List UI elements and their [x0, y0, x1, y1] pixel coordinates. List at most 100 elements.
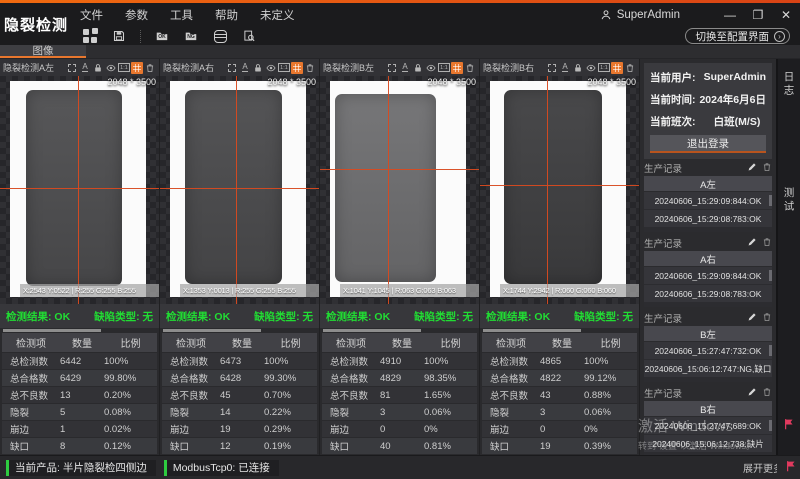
record-entry[interactable]: 20240606_15:29:09:844:OK — [644, 192, 772, 209]
header-ratio: 比例 — [104, 335, 157, 350]
stat-count: 19 — [540, 441, 584, 452]
defect-value: 无 — [463, 311, 474, 323]
trash-icon[interactable] — [464, 62, 476, 74]
record-header: 生产记录 — [644, 236, 772, 250]
horizontal-scrollbar[interactable] — [480, 328, 639, 333]
header-ratio: 比例 — [584, 335, 637, 350]
record-entry[interactable]: 20240606_15:06:12:738:缺片 — [644, 435, 772, 452]
roi-select-icon[interactable] — [546, 62, 558, 74]
stat-count: 81 — [380, 390, 424, 401]
record-list: 20240606_15:29:09:844:OK20240606_15:29:0… — [644, 192, 772, 232]
stat-name: 崩边 — [482, 422, 540, 436]
tab-test[interactable]: 测试 — [782, 187, 797, 214]
stat-row: 隐裂140.22% — [162, 404, 317, 420]
trash-icon[interactable] — [762, 387, 772, 400]
record-entry[interactable]: 20240606_15:06:12:747:NG,缺口 — [644, 360, 772, 377]
stat-count: 12 — [220, 441, 264, 452]
annotation-icon[interactable] — [79, 62, 91, 74]
image-viewport[interactable]: 2048 * 3500 X:2543 Y:0522 | R:255 G:255 … — [0, 76, 159, 304]
folder-ng-icon[interactable]: NG — [183, 29, 199, 44]
trash-icon[interactable] — [762, 162, 772, 175]
record-entry[interactable]: 20240606_15:27:47:732:OK — [644, 342, 772, 359]
expand-more[interactable]: 展开更多 — [743, 460, 777, 475]
record-entry[interactable]: 20240606_15:27:47:689:OK — [644, 417, 772, 434]
record-entry[interactable]: 20240606_15:29:08:783:OK — [644, 210, 772, 227]
menu-params[interactable]: 参数 — [125, 7, 148, 23]
annotation-icon[interactable] — [239, 62, 251, 74]
current-user-row: 当前用户: SuperAdmin — [650, 66, 766, 88]
stat-name: 总合格数 — [2, 371, 60, 385]
annotation-icon[interactable] — [399, 62, 411, 74]
result-row: 检测结果: OK 缺陷类型: 无 — [480, 304, 639, 328]
stat-row: 总不良数430.88% — [482, 387, 637, 403]
eye-icon[interactable] — [425, 62, 437, 74]
one-to-one-zoom-icon[interactable] — [118, 62, 130, 74]
trash-icon[interactable] — [144, 62, 156, 74]
record-list: 20240606_15:27:47:732:OK20240606_15:06:1… — [644, 342, 772, 382]
trash-icon[interactable] — [304, 62, 316, 74]
current-user[interactable]: SuperAdmin — [600, 9, 680, 21]
grid-view-icon[interactable] — [451, 62, 463, 74]
one-to-one-zoom-icon[interactable] — [598, 62, 610, 74]
pencil-icon[interactable] — [747, 312, 757, 325]
tab-image[interactable]: 图像 — [0, 45, 86, 58]
switch-to-config-button[interactable]: 切换至配置界面 › — [685, 28, 791, 44]
pencil-icon[interactable] — [747, 162, 757, 175]
stat-name: 崩边 — [162, 422, 220, 436]
lock-icon[interactable] — [252, 62, 264, 74]
logout-button[interactable]: 退出登录 — [650, 135, 766, 153]
folder-ok-icon[interactable]: OK — [154, 29, 170, 44]
image-viewport[interactable]: 2048 * 3500 X:1744 Y:2942 | R:060 G:060 … — [480, 76, 639, 304]
image-viewport[interactable]: 2048 * 3500 X:1353 Y:0013 | R:255 G:255 … — [160, 76, 319, 304]
stack-icon[interactable] — [212, 29, 228, 44]
pencil-icon[interactable] — [747, 237, 757, 250]
flag-icon[interactable] — [783, 417, 795, 435]
roi-select-icon[interactable] — [386, 62, 398, 74]
menu-tools[interactable]: 工具 — [170, 7, 193, 23]
menu-undefined[interactable]: 未定义 — [260, 7, 295, 23]
annotation-icon[interactable] — [559, 62, 571, 74]
one-to-one-zoom-icon[interactable] — [278, 62, 290, 74]
maximize-button[interactable]: ❐ — [744, 3, 772, 27]
eye-icon[interactable] — [585, 62, 597, 74]
roi-select-icon[interactable] — [226, 62, 238, 74]
minimize-button[interactable]: — — [716, 3, 744, 27]
flag-icon[interactable] — [785, 459, 797, 477]
one-to-one-zoom-icon[interactable] — [438, 62, 450, 74]
stat-name: 隐裂 — [162, 405, 220, 419]
trash-icon[interactable] — [762, 312, 772, 325]
grid-view-icon[interactable] — [611, 62, 623, 74]
lock-icon[interactable] — [572, 62, 584, 74]
tab-log[interactable]: 日志 — [782, 71, 797, 98]
lock-icon[interactable] — [92, 62, 104, 74]
record-header: 生产记录 — [644, 311, 772, 325]
result-value: OK — [214, 311, 230, 323]
close-button[interactable]: ✕ — [772, 3, 800, 27]
grid-view-icon[interactable] — [131, 62, 143, 74]
current-product-status: 当前产品: 半片隐裂检四侧边 — [6, 460, 156, 476]
eye-icon[interactable] — [265, 62, 277, 74]
panel-header: 隐裂检测B左 — [320, 59, 479, 76]
crosshair-horizontal — [320, 169, 479, 170]
horizontal-scrollbar[interactable] — [320, 328, 479, 333]
save-icon[interactable] — [111, 29, 127, 44]
layout-grid-icon[interactable] — [82, 29, 98, 44]
trash-icon[interactable] — [624, 62, 636, 74]
trash-icon[interactable] — [762, 237, 772, 250]
stat-ratio: 0.08% — [104, 407, 157, 418]
pencil-icon[interactable] — [747, 387, 757, 400]
menu-help[interactable]: 帮助 — [215, 7, 238, 23]
doc-search-icon[interactable] — [241, 29, 257, 44]
grid-view-icon[interactable] — [291, 62, 303, 74]
image-viewport[interactable]: 2048 * 3500 X:1041 Y:1045 | R:063 G:063 … — [320, 76, 479, 304]
horizontal-scrollbar[interactable] — [160, 328, 319, 333]
current-shift-row: 当前班次: 白班(M/S) — [650, 110, 766, 132]
window-controls: — ❐ ✕ — [716, 3, 800, 27]
eye-icon[interactable] — [105, 62, 117, 74]
record-entry[interactable]: 20240606_15:29:08:783:OK — [644, 285, 772, 302]
menu-file[interactable]: 文件 — [80, 7, 103, 23]
horizontal-scrollbar[interactable] — [0, 328, 159, 333]
record-entry[interactable]: 20240606_15:29:09:844:OK — [644, 267, 772, 284]
roi-select-icon[interactable] — [66, 62, 78, 74]
lock-icon[interactable] — [412, 62, 424, 74]
